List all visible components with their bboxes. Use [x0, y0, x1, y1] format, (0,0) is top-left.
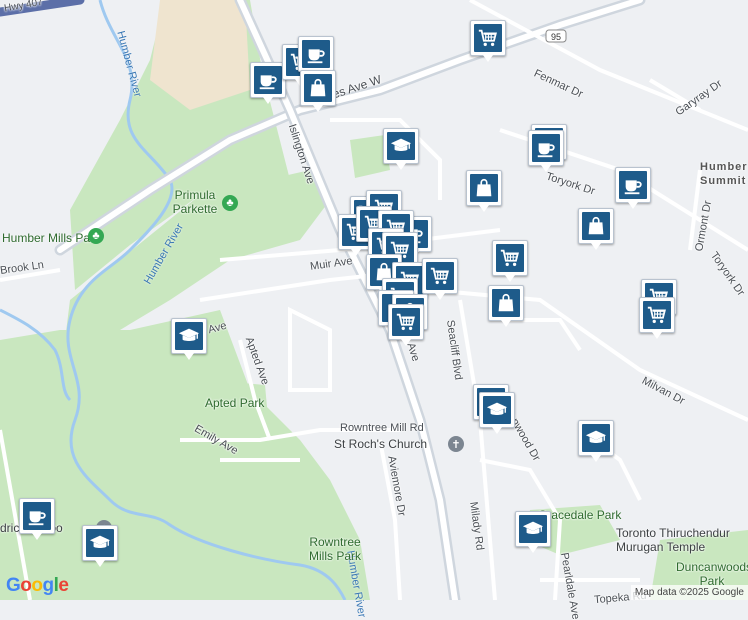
map-marker-cafe[interactable] [298, 36, 334, 78]
bag-icon [470, 174, 498, 202]
map-marker-school[interactable] [479, 392, 515, 434]
google-logo: Google [6, 575, 69, 596]
school-icon [519, 515, 547, 543]
park-label-humber-mills: Humber Mills Park [2, 231, 101, 245]
coffee-icon [23, 502, 51, 530]
map-marker-shopping[interactable] [578, 208, 614, 250]
park-label-duncanwoods: Duncanwoods Park [676, 560, 748, 588]
park-label-apted: Apted Park [205, 396, 265, 410]
map-marker-school[interactable] [515, 511, 551, 553]
school-icon [582, 424, 610, 452]
park-label-rowntree-mills: Rowntree Mills Park [308, 535, 361, 563]
cart-icon [496, 244, 524, 272]
map-attribution: Map data ©2025 Google [630, 585, 748, 600]
map-marker-school[interactable] [171, 318, 207, 360]
map-marker-grocery[interactable] [639, 297, 675, 339]
map-marker-school[interactable] [578, 420, 614, 462]
bag-icon [304, 74, 332, 102]
route-95-label: 95 [551, 32, 561, 42]
map-marker-grocery[interactable] [470, 20, 506, 62]
cart-icon [643, 301, 671, 329]
school-icon [483, 396, 511, 424]
place-label-st-roch: St Roch's Church [334, 437, 427, 451]
church-icon: ✝ [448, 436, 464, 452]
map-marker-grocery[interactable] [388, 304, 424, 346]
coffee-icon [254, 66, 282, 94]
coffee-icon [619, 171, 647, 199]
map-marker-grocery[interactable] [492, 240, 528, 282]
bag-icon [582, 212, 610, 240]
street-label-rowntree-mill: Rowntree Mill Rd [340, 422, 424, 434]
school-icon [175, 322, 203, 350]
coffee-icon [302, 40, 330, 68]
map-canvas[interactable]: 95 [0, 0, 748, 600]
map-marker-cafe[interactable] [19, 498, 55, 540]
bag-icon [492, 289, 520, 317]
place-label-humber-summit: Humber Summit [700, 161, 748, 187]
map-marker-cafe[interactable] [250, 62, 286, 104]
place-label-temple: Toronto Thiruchendur Murugan Temple [616, 526, 730, 554]
park-label-primula: Primula Parkette [172, 188, 218, 216]
school-icon [86, 529, 114, 557]
cart-icon [474, 24, 502, 52]
cart-icon [426, 262, 454, 290]
map-marker-school[interactable] [82, 525, 118, 567]
map-marker-cafe[interactable] [615, 167, 651, 209]
school-icon [387, 132, 415, 160]
map-marker-school[interactable] [383, 128, 419, 170]
map-marker-shopping[interactable] [488, 285, 524, 327]
map-marker-cafe[interactable] [528, 130, 564, 172]
tree-icon-primula: ♣ [222, 195, 238, 211]
map-marker-shopping[interactable] [300, 70, 336, 112]
coffee-icon [532, 134, 560, 162]
map-marker-shopping[interactable] [466, 170, 502, 212]
map-marker-grocery[interactable] [422, 258, 458, 300]
cart-icon [392, 308, 420, 336]
tree-icon-humber-mills: ♣ [88, 228, 104, 244]
